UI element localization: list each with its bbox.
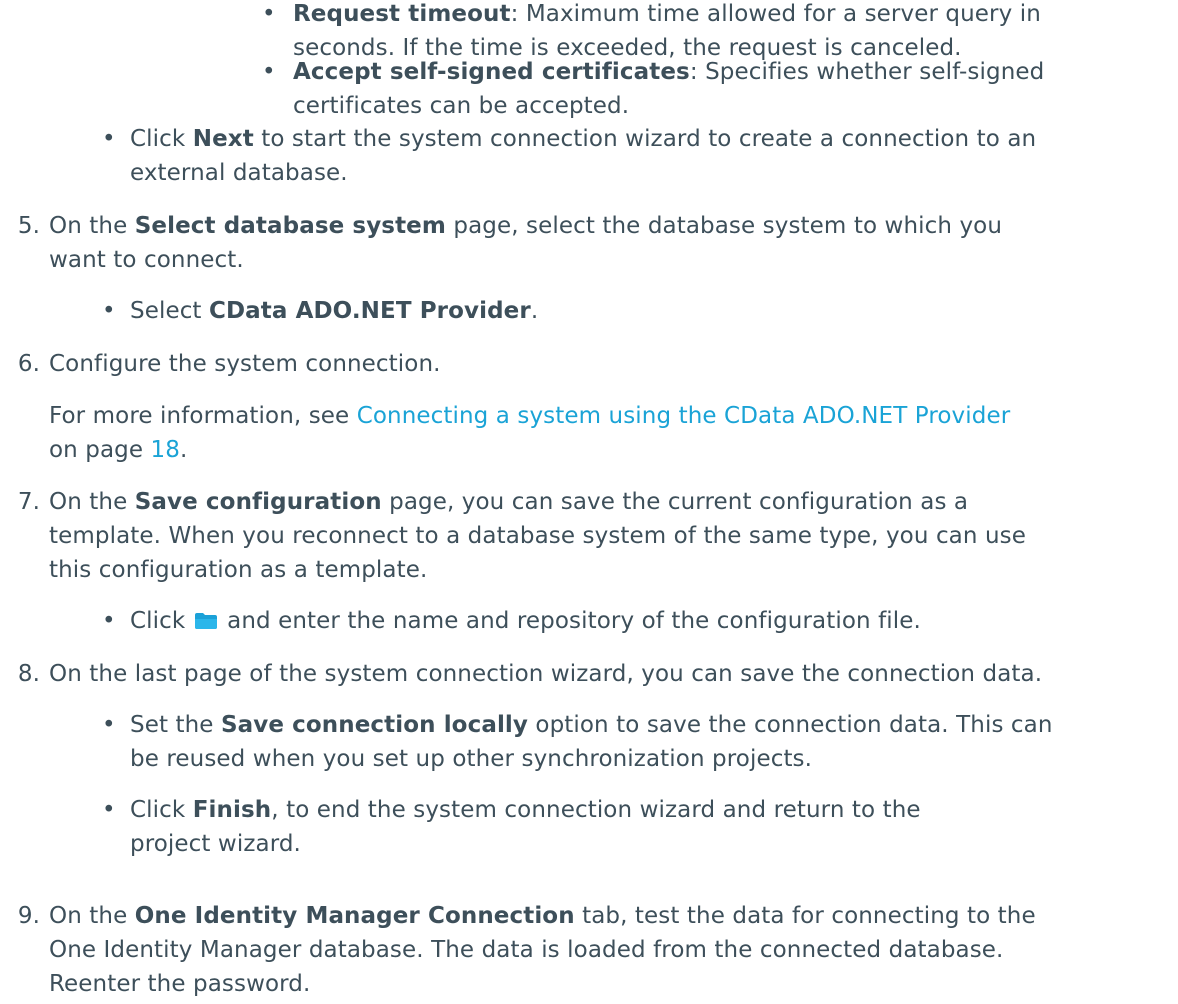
text: be reused when you set up other synchron… xyxy=(130,746,813,772)
text: On the last page of the system connectio… xyxy=(49,661,1043,687)
text: and enter the name and repository of the… xyxy=(219,608,921,634)
step-9: On the One Identity Manager Connection t… xyxy=(49,899,1036,1001)
next-label: Next xyxy=(192,126,254,152)
next-bullet-item: Click Next to start the system connectio… xyxy=(130,122,1036,190)
step-6-info: For more information, see Connecting a s… xyxy=(49,399,1010,467)
save-configuration-label: Save configuration xyxy=(134,489,382,515)
text: Select xyxy=(130,298,209,324)
text: external database. xyxy=(130,160,348,186)
text: Click xyxy=(130,126,193,152)
text: , to end the system connection wizard an… xyxy=(271,797,921,823)
text: Click xyxy=(130,797,193,823)
bullet-marker: • xyxy=(262,1,276,27)
step-5-bullet: Select CData ADO.NET Provider. xyxy=(130,294,538,328)
step-number: 8. xyxy=(17,661,40,687)
bullet-marker: • xyxy=(102,298,116,324)
step-7: On the Save configuration page, you can … xyxy=(49,485,1026,587)
text: tab, test the data for connecting to the xyxy=(574,903,1036,929)
text: On the xyxy=(49,213,135,239)
text: . xyxy=(530,298,539,324)
bullet-marker: • xyxy=(102,712,116,738)
request-timeout-line1: : Maximum time allowed for a server quer… xyxy=(510,1,1041,27)
text: For more information, see xyxy=(49,403,357,429)
step-5: On the Select database system page, sele… xyxy=(49,209,1002,277)
cdata-provider-label: CData ADO.NET Provider xyxy=(208,298,531,324)
text: Configure the system connection. xyxy=(49,351,441,377)
request-timeout-label: Request timeout xyxy=(293,1,511,27)
step-7-bullet: Click and enter the name and repository … xyxy=(130,604,921,638)
one-identity-connection-label: One Identity Manager Connection xyxy=(134,903,575,929)
bullet-marker: • xyxy=(102,797,116,823)
accept-certs-item: Accept self-signed certificates: Specifi… xyxy=(293,55,1044,123)
text: page, select the database system to whic… xyxy=(445,213,1003,239)
step-8-bullet-2: Click Finish, to end the system connecti… xyxy=(130,793,921,861)
folder-icon xyxy=(194,605,217,629)
step-8: On the last page of the system connectio… xyxy=(49,657,1042,691)
accept-certs-line2: certificates can be accepted. xyxy=(293,93,630,119)
step-8-bullet-1: Set the Save connection locally option t… xyxy=(130,708,1053,776)
step-6: Configure the system connection. xyxy=(49,347,441,381)
page-number-link[interactable]: 18 xyxy=(151,437,180,463)
step-number: 7. xyxy=(17,489,40,515)
text: . xyxy=(179,437,188,463)
text: project wizard. xyxy=(130,831,301,857)
select-database-system-label: Select database system xyxy=(134,213,446,239)
save-connection-locally-label: Save connection locally xyxy=(220,712,528,738)
text: On the xyxy=(49,903,135,929)
bullet-marker: • xyxy=(102,126,116,152)
bullet-marker: • xyxy=(102,608,116,634)
text: Reenter the password. xyxy=(49,971,311,997)
bullet-marker: • xyxy=(262,59,276,85)
cdata-connection-link[interactable]: Connecting a system using the CData ADO.… xyxy=(357,403,1011,429)
step-number: 5. xyxy=(17,213,40,239)
step-number: 6. xyxy=(17,351,40,377)
finish-label: Finish xyxy=(192,797,272,823)
accept-certs-line1: : Specifies whether self-signed xyxy=(689,59,1045,85)
text: Click xyxy=(130,608,193,634)
text: On the xyxy=(49,489,135,515)
text: One Identity Manager database. The data … xyxy=(49,937,1004,963)
step-number: 9. xyxy=(17,903,40,929)
text: this configuration as a template. xyxy=(49,557,428,583)
text: option to save the connection data. This… xyxy=(528,712,1053,738)
text: template. When you reconnect to a databa… xyxy=(49,523,1026,549)
text: Set the xyxy=(130,712,221,738)
text: on page xyxy=(49,437,151,463)
text: page, you can save the current configura… xyxy=(381,489,969,515)
text: want to connect. xyxy=(49,247,244,273)
text: to start the system connection wizard to… xyxy=(253,126,1037,152)
accept-certs-label: Accept self-signed certificates xyxy=(293,59,690,85)
